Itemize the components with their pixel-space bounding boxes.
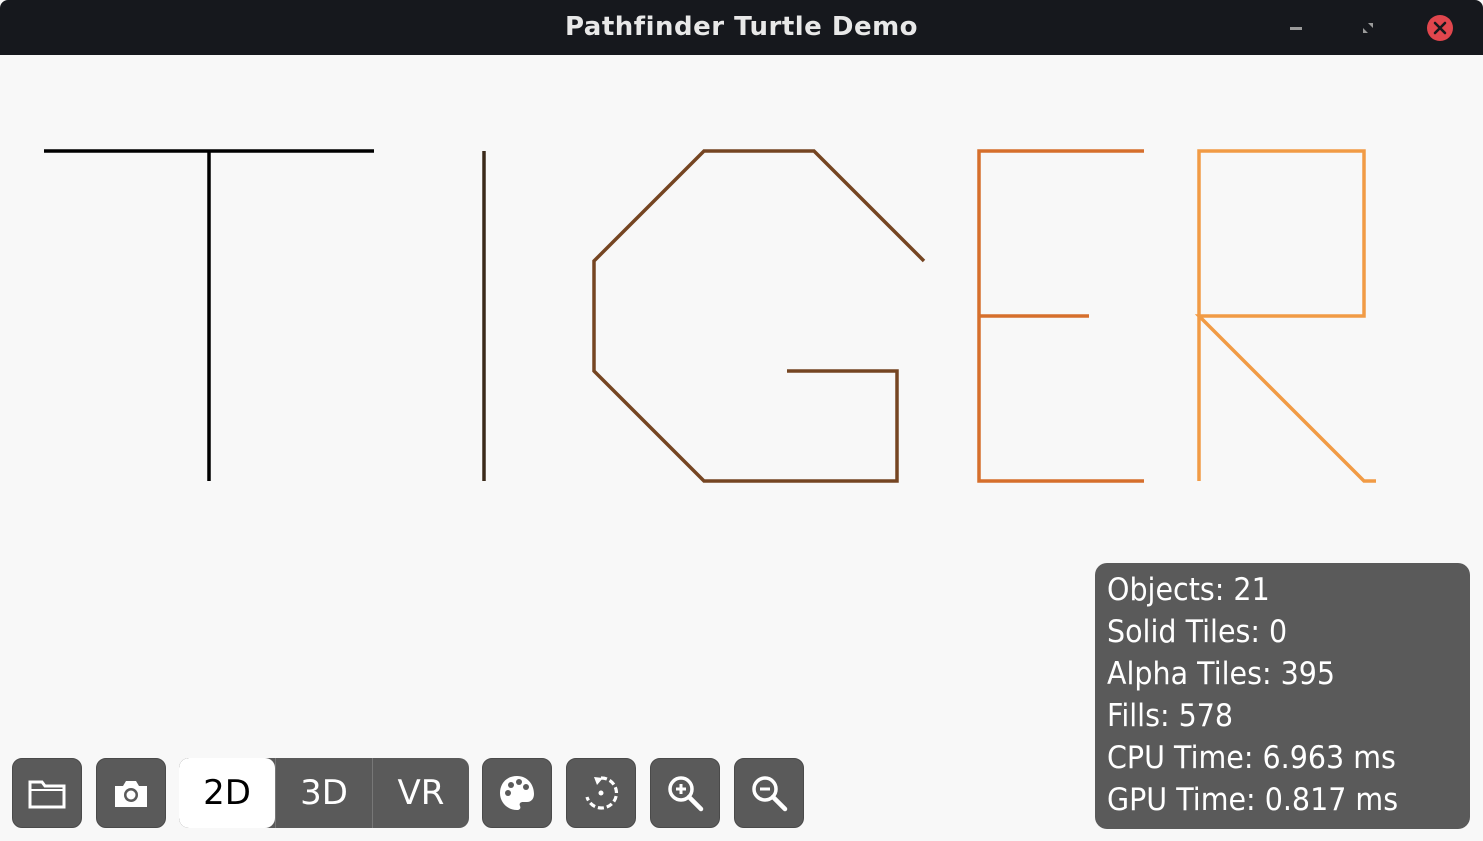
close-icon [1427,15,1453,41]
mode-2d-button[interactable]: 2D [179,758,275,828]
open-file-button[interactable] [12,758,82,828]
stats-panel: Objects: 21 Solid Tiles: 0 Alpha Tiles: … [1095,563,1470,829]
mode-3d-button[interactable]: 3D [275,758,372,828]
window-title: Pathfinder Turtle Demo [564,12,919,42]
title-bar: Pathfinder Turtle Demo [0,0,1483,55]
stat-fills: Fills: 578 [1107,698,1234,734]
close-button[interactable] [1426,14,1454,42]
mode-vr-button[interactable]: VR [372,758,469,828]
zoom-out-button[interactable] [734,758,804,828]
stat-cpu-time: CPU Time: 6.963 ms [1107,740,1396,776]
stat-gpu-time: GPU Time: 0.817 ms [1107,782,1399,818]
maximize-button[interactable] [1354,14,1382,42]
letter-g [592,149,926,483]
view-mode-selector: 2D 3D VR [179,758,469,828]
zoom-in-icon [668,776,704,812]
rotate-button[interactable] [566,758,636,828]
stat-solid-tiles: Solid Tiles: 0 [1107,614,1288,650]
stat-objects: Objects: 21 [1107,572,1270,608]
minimize-icon [1290,27,1302,30]
camera-icon [115,781,147,807]
letter-e [977,149,1144,483]
zoom-out-icon [752,776,788,812]
letter-t [44,149,374,481]
rotate-icon [585,776,618,810]
stat-alpha-tiles: Alpha Tiles: 395 [1107,656,1336,692]
letter-r [1194,149,1376,483]
background-color-button[interactable] [482,758,552,828]
screenshot-button[interactable] [96,758,166,828]
minimize-button[interactable] [1282,14,1310,42]
restore-icon [1363,23,1373,33]
folder-icon [28,780,66,809]
zoom-in-button[interactable] [650,758,720,828]
palette-icon [500,776,534,810]
